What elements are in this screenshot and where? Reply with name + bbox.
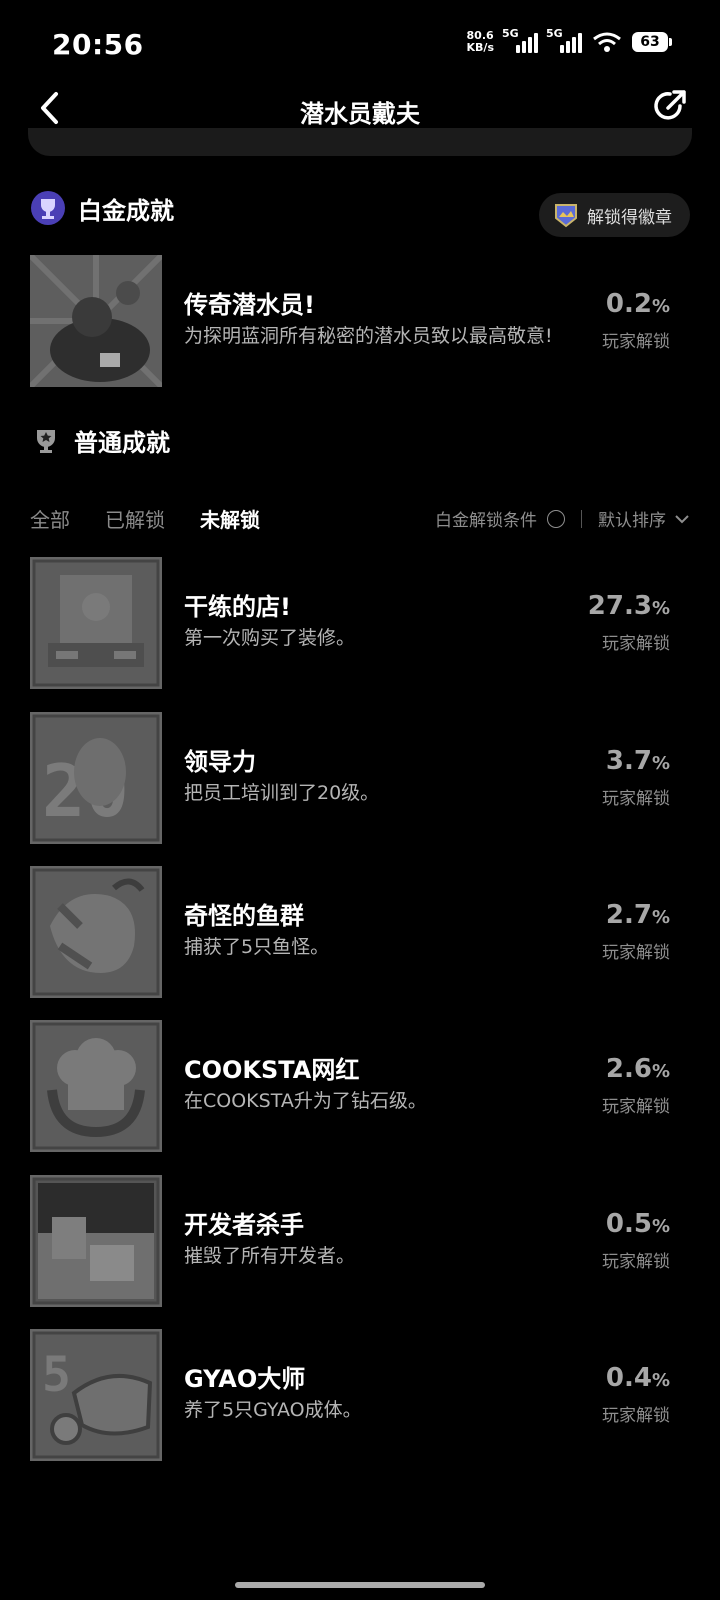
achievement-name: 传奇潜水员! bbox=[184, 291, 315, 319]
unlock-percent: 0.4% bbox=[605, 1363, 670, 1393]
wifi-icon bbox=[593, 32, 621, 52]
chevron-down-icon bbox=[675, 514, 689, 523]
unlock-percent-label: 玩家解锁 bbox=[602, 943, 670, 963]
achievement-description: 为探明蓝洞所有秘密的潜水员致以最高敬意! bbox=[184, 325, 553, 347]
achievement-description: 摧毁了所有开发者。 bbox=[184, 1245, 356, 1267]
unlock-percent: 0.2% bbox=[605, 289, 670, 319]
unlock-percent: 27.3% bbox=[587, 591, 670, 621]
divider bbox=[581, 509, 582, 528]
achievement-name: 干练的店! bbox=[184, 593, 291, 621]
achievement-item-0[interactable]: 干练的店! 第一次购买了装修。 27.3% 玩家解锁 bbox=[30, 557, 690, 689]
achievement-item-3[interactable]: COOKSTA网红 在COOKSTA升为了钻石级。 2.6% 玩家解锁 bbox=[30, 1020, 690, 1152]
tab-all[interactable]: 全部 bbox=[30, 504, 70, 533]
network-speed: 80.6 KB/s bbox=[466, 29, 494, 54]
tab-locked[interactable]: 未解锁 bbox=[200, 504, 260, 533]
leader-20-icon: 20 bbox=[30, 712, 162, 844]
achievement-name: COOKSTA网红 bbox=[184, 1056, 360, 1084]
unlock-percent-label: 玩家解锁 bbox=[602, 1097, 670, 1117]
unlock-percent-label: 玩家解锁 bbox=[602, 332, 670, 352]
home-indicator[interactable] bbox=[235, 1582, 485, 1588]
page-title: 潜水员戴夫 bbox=[300, 100, 420, 128]
badge-icon bbox=[555, 204, 577, 228]
signal-icon-sim1: 5G bbox=[502, 27, 538, 53]
achievement-description: 把员工培训到了20级。 bbox=[184, 782, 380, 804]
achievement-description: 捕获了5只鱼怪。 bbox=[184, 936, 330, 958]
legendary-diver-icon bbox=[30, 255, 162, 387]
developer-icon bbox=[30, 1175, 162, 1307]
svg-text:5: 5 bbox=[42, 1347, 71, 1403]
unlock-percent: 3.7% bbox=[605, 746, 670, 776]
signal-icon-sim2: 5G bbox=[546, 27, 582, 53]
unlock-percent: 0.5% bbox=[605, 1209, 670, 1239]
achievement-item-4[interactable]: 开发者杀手 摧毁了所有开发者。 0.5% 玩家解锁 bbox=[30, 1175, 690, 1307]
achievement-item-2[interactable]: 奇怪的鱼群 捕获了5只鱼怪。 2.7% 玩家解锁 bbox=[30, 866, 690, 998]
filter-bar: 全部 已解锁 未解锁 白金解锁条件 默认排序 bbox=[30, 500, 690, 540]
radio-circle-icon bbox=[547, 509, 565, 528]
unlock-percent: 2.7% bbox=[605, 900, 670, 930]
achievement-item-5[interactable]: 5 GYAO大师 养了5只GYAO成体。 0.4% 玩家解锁 bbox=[30, 1329, 690, 1461]
unlock-percent-label: 玩家解锁 bbox=[602, 789, 670, 809]
shop-icon bbox=[30, 557, 162, 689]
normal-trophy-icon bbox=[37, 429, 55, 453]
tab-unlocked[interactable]: 已解锁 bbox=[105, 504, 165, 533]
normal-section-header: 普通成就 bbox=[30, 423, 170, 458]
platinum-condition-toggle[interactable]: 白金解锁条件 bbox=[435, 506, 565, 531]
sort-dropdown[interactable]: 默认排序 bbox=[598, 506, 690, 531]
achievement-name: 开发者杀手 bbox=[184, 1211, 304, 1239]
share-icon[interactable] bbox=[650, 86, 690, 126]
battery-icon: 63 bbox=[632, 32, 672, 52]
unlock-percent-label: 玩家解锁 bbox=[602, 1252, 670, 1272]
unlock-percent-label: 玩家解锁 bbox=[602, 634, 670, 654]
achievement-description: 第一次购买了装修。 bbox=[184, 627, 356, 649]
status-bar: 20:56 80.6 KB/s 5G 5G 63 bbox=[0, 0, 720, 92]
unlock-badge-button[interactable]: 解锁得徽章 bbox=[539, 193, 690, 237]
platinum-trophy-icon bbox=[31, 191, 65, 225]
achievement-name: 领导力 bbox=[184, 748, 256, 776]
unlock-percent-label: 玩家解锁 bbox=[602, 1406, 670, 1426]
status-time: 20:56 bbox=[52, 28, 144, 61]
platinum-section-header: 白金成就 bbox=[30, 190, 174, 226]
platinum-achievement-item[interactable]: 传奇潜水员! 为探明蓝洞所有秘密的潜水员致以最高敬意! 0.2% 玩家解锁 bbox=[30, 255, 690, 387]
achievement-name: GYAO大师 bbox=[184, 1365, 306, 1393]
achievement-item-1[interactable]: 20 领导力 把员工培训到了20级。 3.7% 玩家解锁 bbox=[30, 712, 690, 844]
chef-hat-icon bbox=[30, 1020, 162, 1152]
gyao-5-icon: 5 bbox=[30, 1329, 162, 1461]
achievement-name: 奇怪的鱼群 bbox=[184, 902, 304, 930]
achievement-description: 养了5只GYAO成体。 bbox=[184, 1399, 362, 1421]
unlock-percent: 2.6% bbox=[605, 1054, 670, 1084]
fish-monster-icon bbox=[30, 866, 162, 998]
achievement-description: 在COOKSTA升为了钻石级。 bbox=[184, 1090, 427, 1112]
previous-card-edge bbox=[28, 128, 692, 156]
